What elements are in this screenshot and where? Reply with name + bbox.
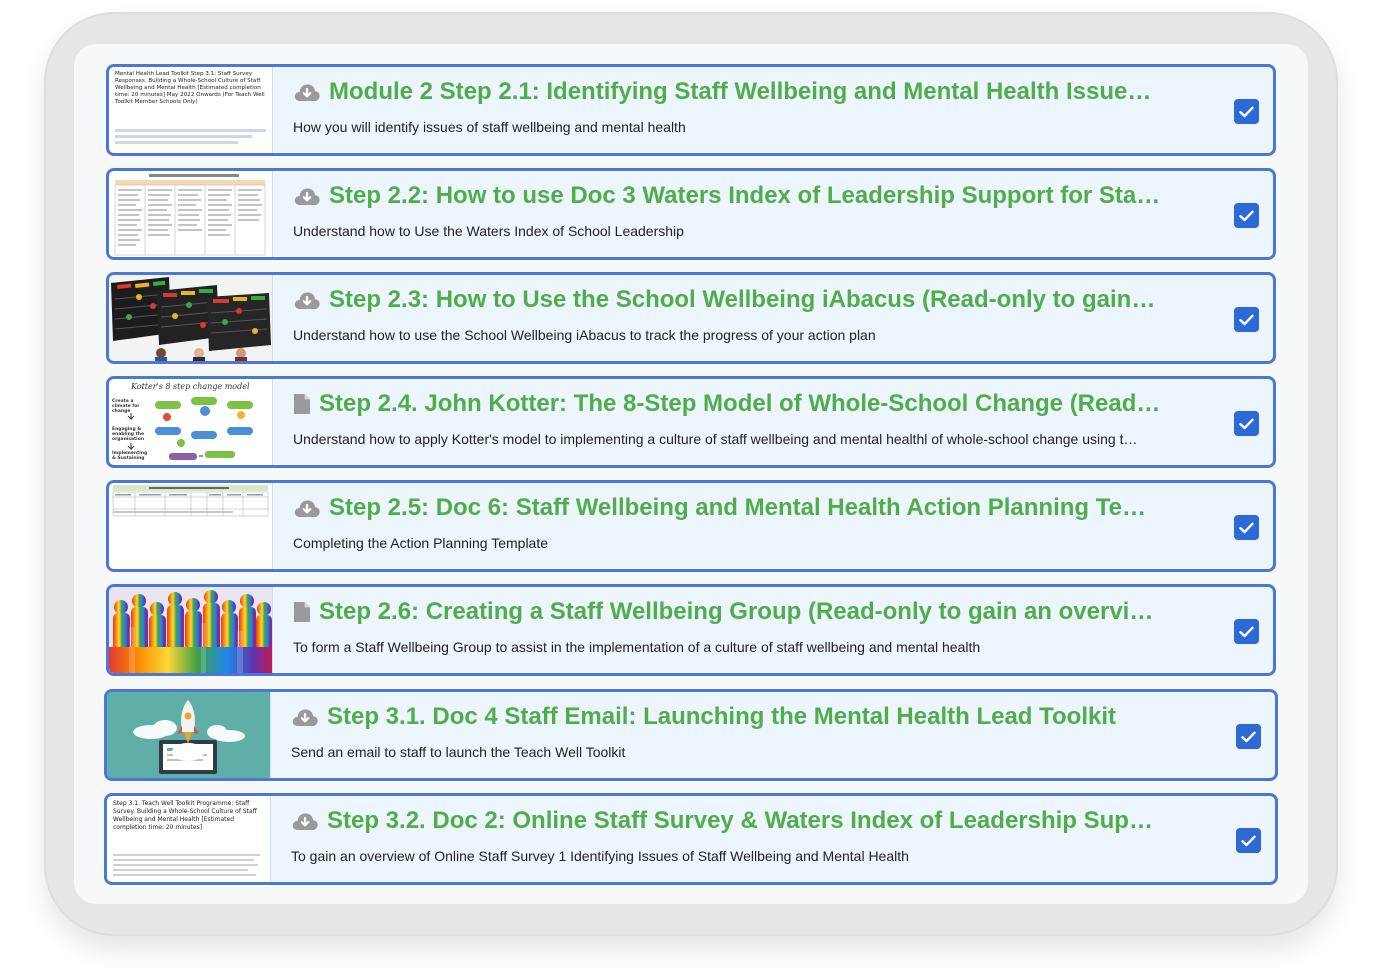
completed-checkbox[interactable] bbox=[1234, 411, 1259, 436]
check-icon bbox=[1239, 626, 1254, 637]
lesson-title[interactable]: Step 2.6: Creating a Staff Wellbeing Gro… bbox=[319, 598, 1161, 626]
lesson-thumbnail bbox=[109, 483, 273, 569]
check-icon bbox=[1241, 731, 1256, 742]
group-silhouettes-image bbox=[109, 587, 272, 673]
document-icon bbox=[293, 393, 311, 415]
lesson-thumbnail bbox=[109, 587, 273, 673]
lesson-thumbnail: Kotter's 8 step change model Create a cl… bbox=[109, 379, 273, 465]
lesson-title-row: Step 3.2. Doc 2: Online Staff Survey & W… bbox=[291, 807, 1163, 835]
lesson-card-2-3[interactable]: Step 2.3: How to Use the School Wellbein… bbox=[106, 272, 1276, 364]
lesson-title[interactable]: Step 2.5: Doc 6: Staff Wellbeing and Men… bbox=[329, 494, 1161, 522]
lesson-title-row: Step 2.6: Creating a Staff Wellbeing Gro… bbox=[293, 598, 1161, 626]
lesson-title-row: Step 2.2: How to use Doc 3 Waters Index … bbox=[293, 182, 1161, 210]
leadership-index-table-image bbox=[109, 171, 272, 257]
check-icon bbox=[1239, 314, 1254, 325]
lesson-description: Send an email to staff to launch the Tea… bbox=[291, 744, 626, 760]
lesson-description: To form a Staff Wellbeing Group to assis… bbox=[293, 639, 981, 655]
cloud-download-icon bbox=[293, 81, 321, 103]
completed-checkbox[interactable] bbox=[1234, 619, 1259, 644]
thumbnail-document-text: Step 3.1. Teach Well Toolkit Programme: … bbox=[113, 800, 257, 831]
lesson-title[interactable]: Step 3.2. Doc 2: Online Staff Survey & W… bbox=[327, 807, 1163, 835]
abacus-boards-image bbox=[109, 275, 272, 361]
action-plan-template-image bbox=[109, 483, 272, 569]
completed-checkbox[interactable] bbox=[1236, 724, 1261, 749]
lesson-thumbnail bbox=[107, 692, 271, 778]
rocket-launch-image bbox=[107, 692, 270, 778]
lesson-card-3-2[interactable]: Step 3.1. Teach Well Toolkit Programme: … bbox=[104, 793, 1278, 885]
lesson-title[interactable]: Step 2.3: How to Use the School Wellbein… bbox=[329, 286, 1161, 314]
completed-checkbox[interactable] bbox=[1234, 515, 1259, 540]
check-icon bbox=[1239, 106, 1254, 117]
completed-checkbox[interactable] bbox=[1234, 99, 1259, 124]
cloud-download-icon bbox=[293, 185, 321, 207]
lesson-card-2-6[interactable]: Step 2.6: Creating a Staff Wellbeing Gro… bbox=[106, 584, 1276, 676]
cloud-download-icon bbox=[293, 289, 321, 311]
check-icon bbox=[1241, 835, 1256, 846]
lesson-thumbnail: Step 3.1. Teach Well Toolkit Programme: … bbox=[107, 796, 271, 882]
lesson-card-2-4[interactable]: Kotter's 8 step change model Create a cl… bbox=[106, 376, 1276, 468]
check-icon bbox=[1239, 210, 1254, 221]
lesson-description: How you will identify issues of staff we… bbox=[293, 119, 686, 135]
lesson-description: Understand how to use the School Wellbei… bbox=[293, 327, 876, 343]
cloud-download-icon bbox=[293, 497, 321, 519]
check-icon bbox=[1239, 522, 1254, 533]
lesson-card-3-1[interactable]: Step 3.1. Doc 4 Staff Email: Launching t… bbox=[104, 689, 1278, 781]
cloud-download-icon bbox=[291, 706, 319, 728]
lesson-thumbnail bbox=[109, 275, 273, 361]
check-icon bbox=[1239, 418, 1254, 429]
lesson-title-row: Module 2 Step 2.1: Identifying Staff Wel… bbox=[293, 78, 1161, 106]
completed-checkbox[interactable] bbox=[1234, 203, 1259, 228]
lesson-title-row: Step 3.1. Doc 4 Staff Email: Launching t… bbox=[291, 703, 1163, 731]
cloud-download-icon bbox=[291, 810, 319, 832]
lesson-card-2-1[interactable]: Mental Health Lead Toolkit Step 3.1: Sta… bbox=[106, 64, 1276, 156]
lesson-thumbnail: Mental Health Lead Toolkit Step 3.1: Sta… bbox=[109, 67, 273, 153]
lesson-title-row: Step 2.5: Doc 6: Staff Wellbeing and Men… bbox=[293, 494, 1161, 522]
lesson-title[interactable]: Module 2 Step 2.1: Identifying Staff Wel… bbox=[329, 78, 1161, 106]
kotter-flow-diagram bbox=[127, 397, 253, 460]
lesson-description: Understand how to apply Kotter's model t… bbox=[293, 431, 1143, 447]
lesson-title[interactable]: Step 3.1. Doc 4 Staff Email: Launching t… bbox=[327, 703, 1116, 731]
document-icon bbox=[293, 601, 311, 623]
completed-checkbox[interactable] bbox=[1234, 307, 1259, 332]
lesson-card-2-5[interactable]: Step 2.5: Doc 6: Staff Wellbeing and Men… bbox=[106, 480, 1276, 572]
completed-checkbox[interactable] bbox=[1236, 828, 1261, 853]
lesson-title-row: Step 2.4. John Kotter: The 8-Step Model … bbox=[293, 390, 1161, 418]
thumbnail-document-text: Mental Health Lead Toolkit Step 3.1: Sta… bbox=[115, 71, 265, 105]
lesson-card-2-2[interactable]: Step 2.2: How to use Doc 3 Waters Index … bbox=[106, 168, 1276, 260]
lesson-thumbnail bbox=[109, 171, 273, 257]
lesson-description: To gain an overview of Online Staff Surv… bbox=[291, 848, 909, 864]
lesson-title[interactable]: Step 2.4. John Kotter: The 8-Step Model … bbox=[319, 390, 1161, 418]
lesson-list-screen: Mental Health Lead Toolkit Step 3.1: Sta… bbox=[74, 44, 1308, 904]
lesson-description: Completing the Action Planning Template bbox=[293, 535, 549, 551]
lesson-title[interactable]: Step 2.2: How to use Doc 3 Waters Index … bbox=[329, 182, 1161, 210]
lesson-title-row: Step 2.3: How to Use the School Wellbein… bbox=[293, 286, 1161, 314]
lesson-description: Understand how to Use the Waters Index o… bbox=[293, 223, 684, 239]
